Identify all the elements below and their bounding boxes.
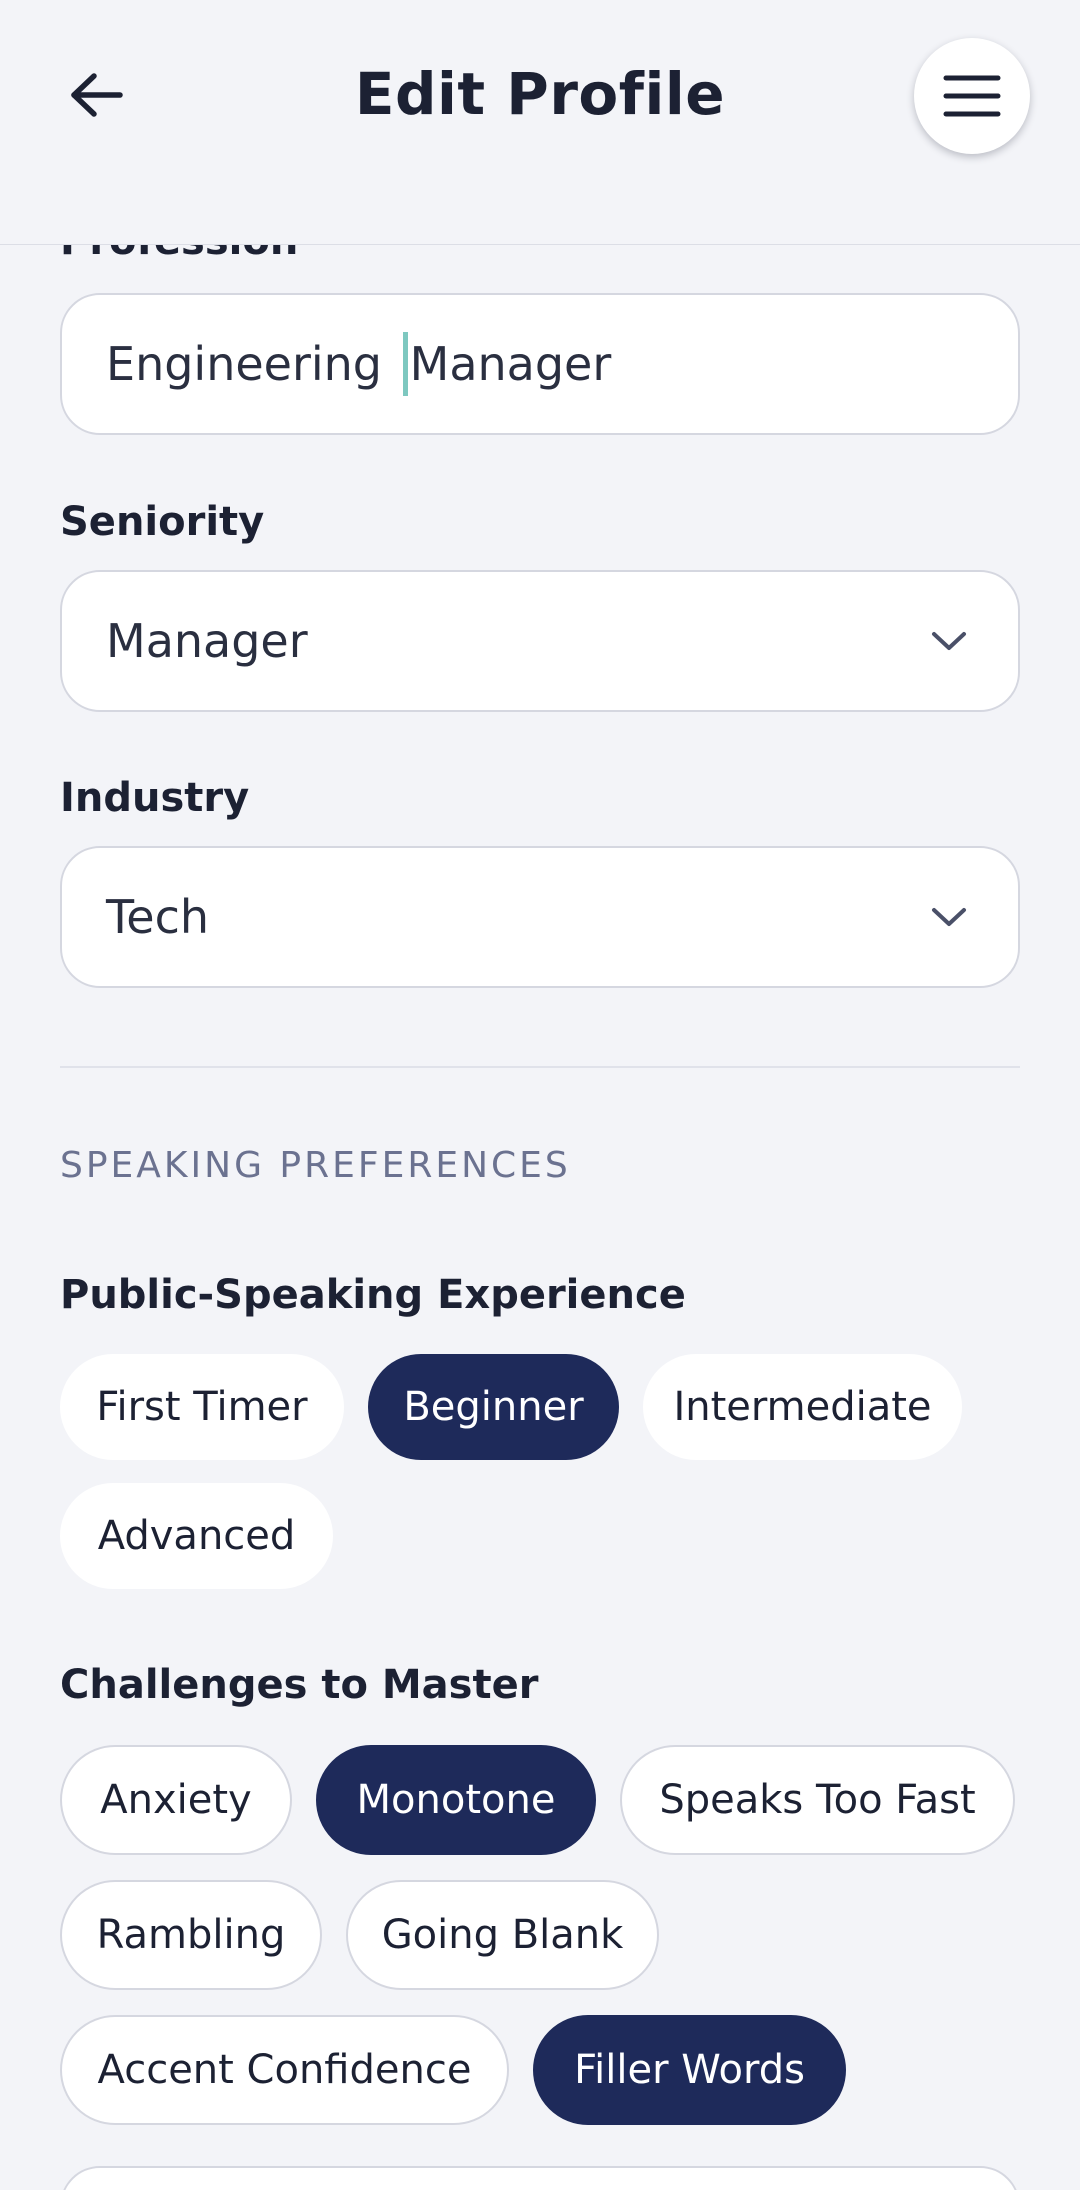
edit-profile-form: Profession Engineering Manager Seniority… <box>0 0 1080 2190</box>
seniority-label: Seniority <box>60 499 265 545</box>
chevron-down-icon <box>932 632 966 650</box>
chip-filler-words[interactable]: Filler Words <box>533 2015 846 2125</box>
menu-button[interactable] <box>914 38 1030 154</box>
section-divider <box>60 1066 1020 1068</box>
profession-value-end: Manager <box>409 337 612 391</box>
chip-intermediate[interactable]: Intermediate <box>643 1354 962 1460</box>
industry-select[interactable]: Tech <box>60 846 1020 988</box>
chip-going-blank[interactable]: Going Blank <box>346 1880 659 1990</box>
industry-value: Tech <box>106 890 210 944</box>
profession-input[interactable]: Engineering Manager <box>60 293 1020 435</box>
chip-advanced[interactable]: Advanced <box>60 1483 333 1589</box>
hamburger-menu-icon <box>943 75 1001 117</box>
industry-label: Industry <box>60 775 250 821</box>
chip-first-timer[interactable]: First Timer <box>60 1354 344 1460</box>
app-header: Edit Profile <box>0 0 1080 245</box>
chip-beginner[interactable]: Beginner <box>368 1354 619 1460</box>
chevron-down-icon <box>932 908 966 926</box>
chip-anxiety[interactable]: Anxiety <box>60 1745 292 1855</box>
chip-accent-confidence[interactable]: Accent Confidence <box>60 2015 509 2125</box>
chip-speaks-too-fast[interactable]: Speaks Too Fast <box>620 1745 1015 1855</box>
seniority-select[interactable]: Manager <box>60 570 1020 712</box>
experience-label: Public-Speaking Experience <box>60 1272 686 1318</box>
next-field-peek[interactable] <box>60 2166 1020 2190</box>
seniority-value: Manager <box>106 614 308 668</box>
chip-monotone[interactable]: Monotone <box>316 1745 596 1855</box>
profession-value-start: Engineering <box>106 337 397 391</box>
challenges-label: Challenges to Master <box>60 1662 539 1708</box>
chip-rambling[interactable]: Rambling <box>60 1880 322 1990</box>
text-caret <box>402 332 408 396</box>
section-title-speaking-preferences: SPEAKING PREFERENCES <box>60 1145 571 1186</box>
